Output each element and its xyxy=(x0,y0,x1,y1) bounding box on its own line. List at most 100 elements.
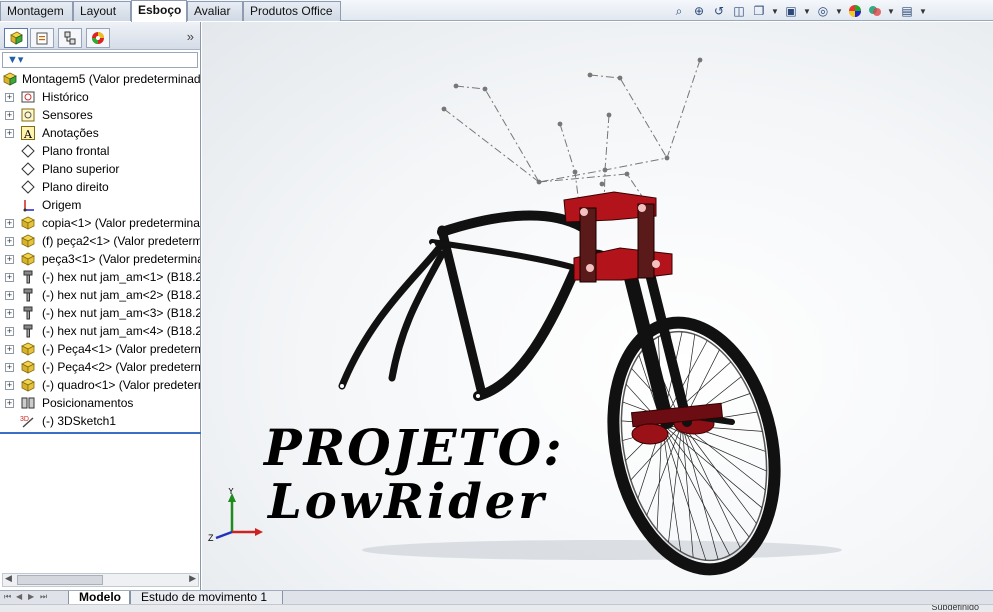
tree-root-label: Montagem5 (Valor predeterminado) xyxy=(22,72,200,86)
part-icon xyxy=(20,215,36,231)
tab-montagem[interactable]: Montagem xyxy=(0,1,73,21)
expand-icon[interactable]: + xyxy=(5,327,14,336)
display-manager-tab[interactable] xyxy=(86,28,110,48)
tree-item[interactable]: 3D (-) 3DSketch1 xyxy=(0,412,200,430)
expand-icon[interactable]: + xyxy=(5,363,14,372)
chevron-down-icon[interactable]: ▼ xyxy=(919,3,927,19)
tree-item[interactable]: + (f) peça2<1> (Valor predeterminado) xyxy=(0,232,200,250)
svg-text:A: A xyxy=(23,128,33,140)
view-orientation-icon[interactable]: ❐ xyxy=(751,3,767,19)
expand-icon[interactable]: + xyxy=(5,399,14,408)
z-axis xyxy=(215,530,233,540)
sketch3d-icon: 3D xyxy=(20,413,36,429)
tab-estudo-movimento[interactable]: Estudo de movimento 1 xyxy=(130,591,283,605)
tree-item[interactable]: + copia<1> (Valor predeterminado) xyxy=(0,214,200,232)
view-settings-icon[interactable]: ▤ xyxy=(899,3,915,19)
display-style-icon[interactable]: ▣ xyxy=(783,3,799,19)
title-line-2: LowRider xyxy=(268,474,547,530)
ground-shadow xyxy=(362,540,842,560)
sketch-3d-lines xyxy=(443,59,701,215)
zoom-to-fit-icon[interactable]: ⌕ xyxy=(671,3,687,19)
plane-icon xyxy=(20,143,36,159)
tab-layout[interactable]: Layout xyxy=(73,1,131,21)
tree-item[interactable]: + (-) hex nut jam_am<4> (B18.2 xyxy=(0,322,200,340)
prev-tab-icon[interactable]: ◀ xyxy=(16,592,22,601)
expand-icon[interactable]: + xyxy=(5,381,14,390)
expand-icon[interactable]: + xyxy=(5,111,14,120)
tree-item[interactable]: Plano superior xyxy=(0,160,200,178)
title-line-1: PROJETO: xyxy=(264,418,564,477)
tree-item[interactable]: + peça3<1> (Valor predeterminado) xyxy=(0,250,200,268)
tree-item-label: peça3<1> (Valor predeterminado) xyxy=(42,252,200,266)
tree-item-label: Sensores xyxy=(42,108,93,122)
chevron-down-icon[interactable]: ▼ xyxy=(887,3,895,19)
plane-icon xyxy=(20,161,36,177)
expand-icon[interactable]: + xyxy=(5,345,14,354)
tab-esboco[interactable]: Esboço xyxy=(131,0,187,22)
tree-item[interactable]: + (-) quadro<1> (Valor predeterminado) xyxy=(0,376,200,394)
tree-item[interactable]: Plano direito xyxy=(0,178,200,196)
sensor-icon xyxy=(20,107,36,123)
scrollbar-thumb[interactable] xyxy=(17,575,103,585)
tree-item[interactable]: + Sensores xyxy=(0,106,200,124)
last-tab-icon[interactable]: ⏭ xyxy=(40,592,47,602)
expand-icon[interactable]: + xyxy=(5,273,14,282)
scroll-left-icon[interactable]: ◀ xyxy=(5,573,12,584)
tree-item[interactable]: + (-) hex nut jam_am<2> (B18.2 xyxy=(0,286,200,304)
configuration-manager-tab[interactable] xyxy=(58,28,82,48)
chevron-down-icon[interactable]: ▼ xyxy=(771,3,779,19)
spoke xyxy=(661,423,730,556)
section-view-icon[interactable]: ◫ xyxy=(731,3,747,19)
tab-modelo[interactable]: Modelo xyxy=(68,591,130,605)
tree-item-label: Histórico xyxy=(42,90,89,104)
tree-item[interactable]: + (-) Peça4<2> (Valor predeterminado) xyxy=(0,358,200,376)
scroll-right-icon[interactable]: ▶ xyxy=(189,573,196,584)
scene-icon[interactable] xyxy=(867,3,883,19)
first-tab-icon[interactable]: ⏮ xyxy=(4,592,11,602)
tree-item[interactable]: Origem xyxy=(0,196,200,214)
tab-avaliar[interactable]: Avaliar xyxy=(187,1,243,21)
appearance-icon[interactable] xyxy=(847,3,863,19)
tree-item-label: Plano superior xyxy=(42,162,120,176)
y-axis-label: Y xyxy=(228,488,234,496)
part-icon xyxy=(20,377,36,393)
bottom-tab-bar: ⏮ ◀ ▶ ⏭ Modelo Estudo de movimento 1 xyxy=(0,590,993,605)
expand-icon[interactable]: + xyxy=(5,255,14,264)
graphics-area[interactable]: PROJETO: LowRider Y Z xyxy=(202,22,993,590)
hide-show-icon[interactable]: ◎ xyxy=(815,3,831,19)
filter-icon[interactable]: ▼▾ xyxy=(7,53,23,66)
part-icon xyxy=(20,233,36,249)
tree-item[interactable]: + (-) hex nut jam_am<3> (B18.2 xyxy=(0,304,200,322)
tree-item-label: (-) Peça4<2> (Valor predeterminado) xyxy=(42,360,200,374)
tree-item[interactable]: + (-) Peça4<1> (Valor predeterminado) xyxy=(0,340,200,358)
rollback-bar[interactable] xyxy=(0,432,201,434)
tree-item[interactable]: + (-) hex nut jam_am<1> (B18.2 xyxy=(0,268,200,286)
tree-item[interactable]: + Posicionamentos xyxy=(0,394,200,412)
expand-icon[interactable]: + xyxy=(5,93,14,102)
next-tab-icon[interactable]: ▶ xyxy=(28,592,34,601)
chevron-down-icon[interactable]: ▼ xyxy=(835,3,843,19)
tree-item[interactable]: + Histórico xyxy=(0,88,200,106)
expand-icon[interactable]: + xyxy=(5,309,14,318)
spoke xyxy=(661,423,750,538)
toolbox-part-icon xyxy=(20,305,36,321)
expand-icon[interactable]: + xyxy=(5,291,14,300)
tree-item[interactable]: Plano frontal xyxy=(0,142,200,160)
tree-root-assembly[interactable]: Montagem5 (Valor predeterminado) xyxy=(0,70,200,88)
feature-manager-tab[interactable] xyxy=(4,28,28,48)
chevron-down-icon[interactable]: ▼ xyxy=(803,3,811,19)
property-manager-tab[interactable] xyxy=(30,28,54,48)
toolbox-part-icon xyxy=(20,323,36,339)
tree-item[interactable]: + A Anotações xyxy=(0,124,200,142)
zoom-area-icon[interactable]: ⊕ xyxy=(691,3,707,19)
collapse-icon[interactable]: » xyxy=(187,29,194,44)
status-text: Subdefinido xyxy=(931,604,979,612)
expand-icon[interactable]: + xyxy=(5,129,14,138)
horizontal-scrollbar[interactable]: ◀ ▶ xyxy=(2,573,199,587)
tab-produtos-office[interactable]: Produtos Office xyxy=(243,1,341,21)
tree-filter[interactable]: ▼▾ xyxy=(2,52,198,68)
expand-icon[interactable]: + xyxy=(5,219,14,228)
tree-item-label: (-) hex nut jam_am<3> (B18.2 xyxy=(42,306,200,320)
expand-icon[interactable]: + xyxy=(5,237,14,246)
previous-view-icon[interactable]: ↺ xyxy=(711,3,727,19)
